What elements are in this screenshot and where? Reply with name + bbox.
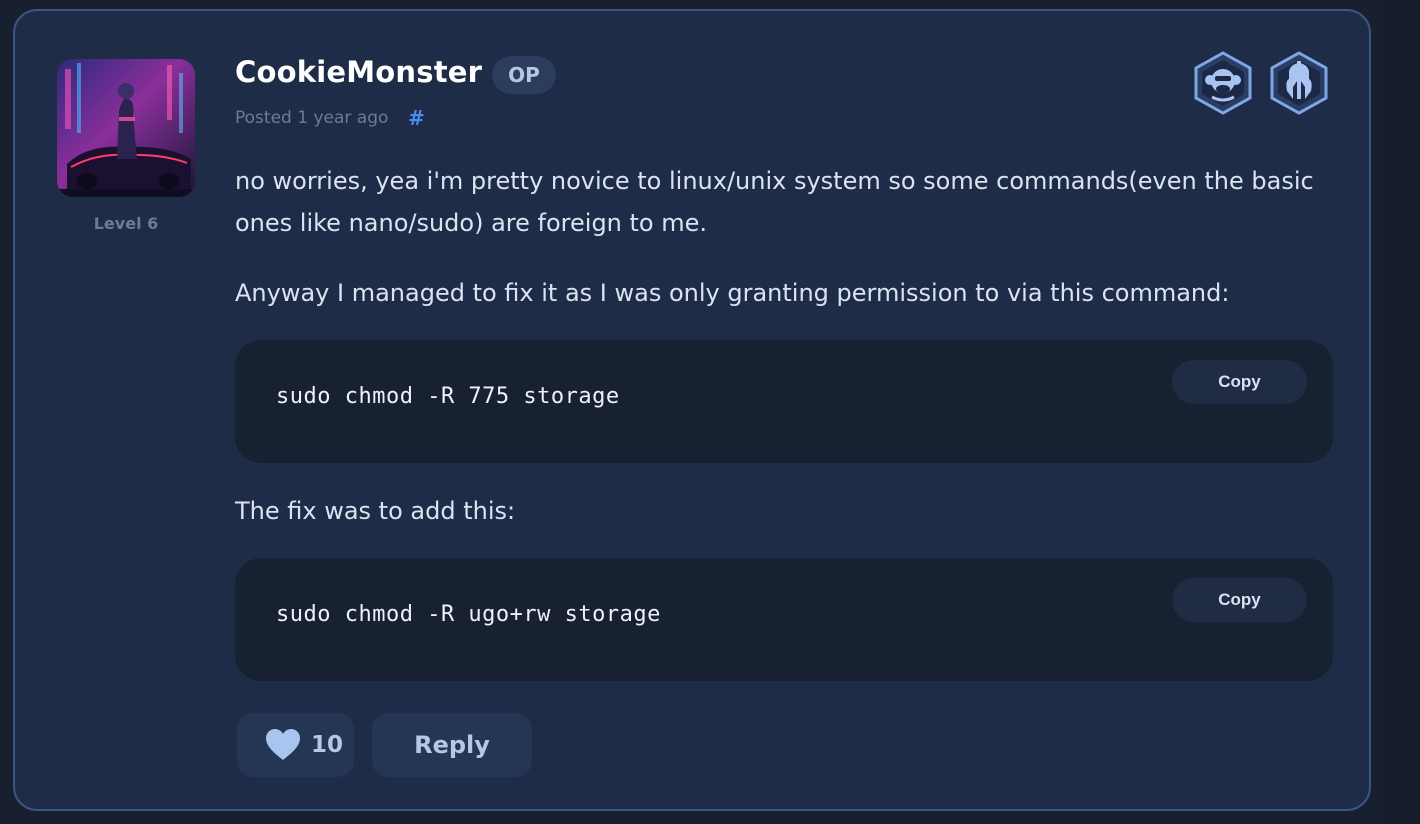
avatar-image (57, 59, 195, 197)
post-paragraph: The fix was to add this: (235, 497, 516, 525)
post-paragraph: Anyway I managed to fix it as I was only… (235, 279, 1230, 307)
like-count: 10 (311, 732, 344, 758)
username[interactable]: CookieMonster (235, 55, 482, 89)
code-text: sudo chmod -R 775 storage (276, 384, 620, 409)
page: Level 6 CookieMonster OP Posted 1 year a… (0, 0, 1420, 824)
monkey-badge-icon[interactable] (1193, 51, 1253, 115)
post-paragraph: no worries, yea i'm pretty novice to lin… (235, 167, 1314, 237)
permalink-hash-link[interactable]: # (408, 106, 425, 130)
code-block: sudo chmod -R 775 storage Copy (235, 340, 1333, 463)
op-badge: OP (492, 56, 556, 94)
spartan-helmet-badge-icon[interactable] (1269, 51, 1329, 115)
copy-button[interactable]: Copy (1172, 360, 1307, 404)
code-block: sudo chmod -R ugo+rw storage Copy (235, 558, 1333, 681)
code-text: sudo chmod -R ugo+rw storage (276, 602, 661, 627)
user-level: Level 6 (93, 214, 159, 233)
reply-button[interactable]: Reply (372, 713, 532, 777)
scroll-gutter (1384, 0, 1420, 824)
copy-button[interactable]: Copy (1172, 578, 1307, 622)
post-timestamp: Posted 1 year ago (235, 108, 389, 128)
avatar[interactable] (57, 59, 195, 197)
like-button[interactable]: 10 (237, 713, 354, 777)
post-card: Level 6 CookieMonster OP Posted 1 year a… (13, 9, 1371, 811)
heart-icon (266, 729, 300, 760)
